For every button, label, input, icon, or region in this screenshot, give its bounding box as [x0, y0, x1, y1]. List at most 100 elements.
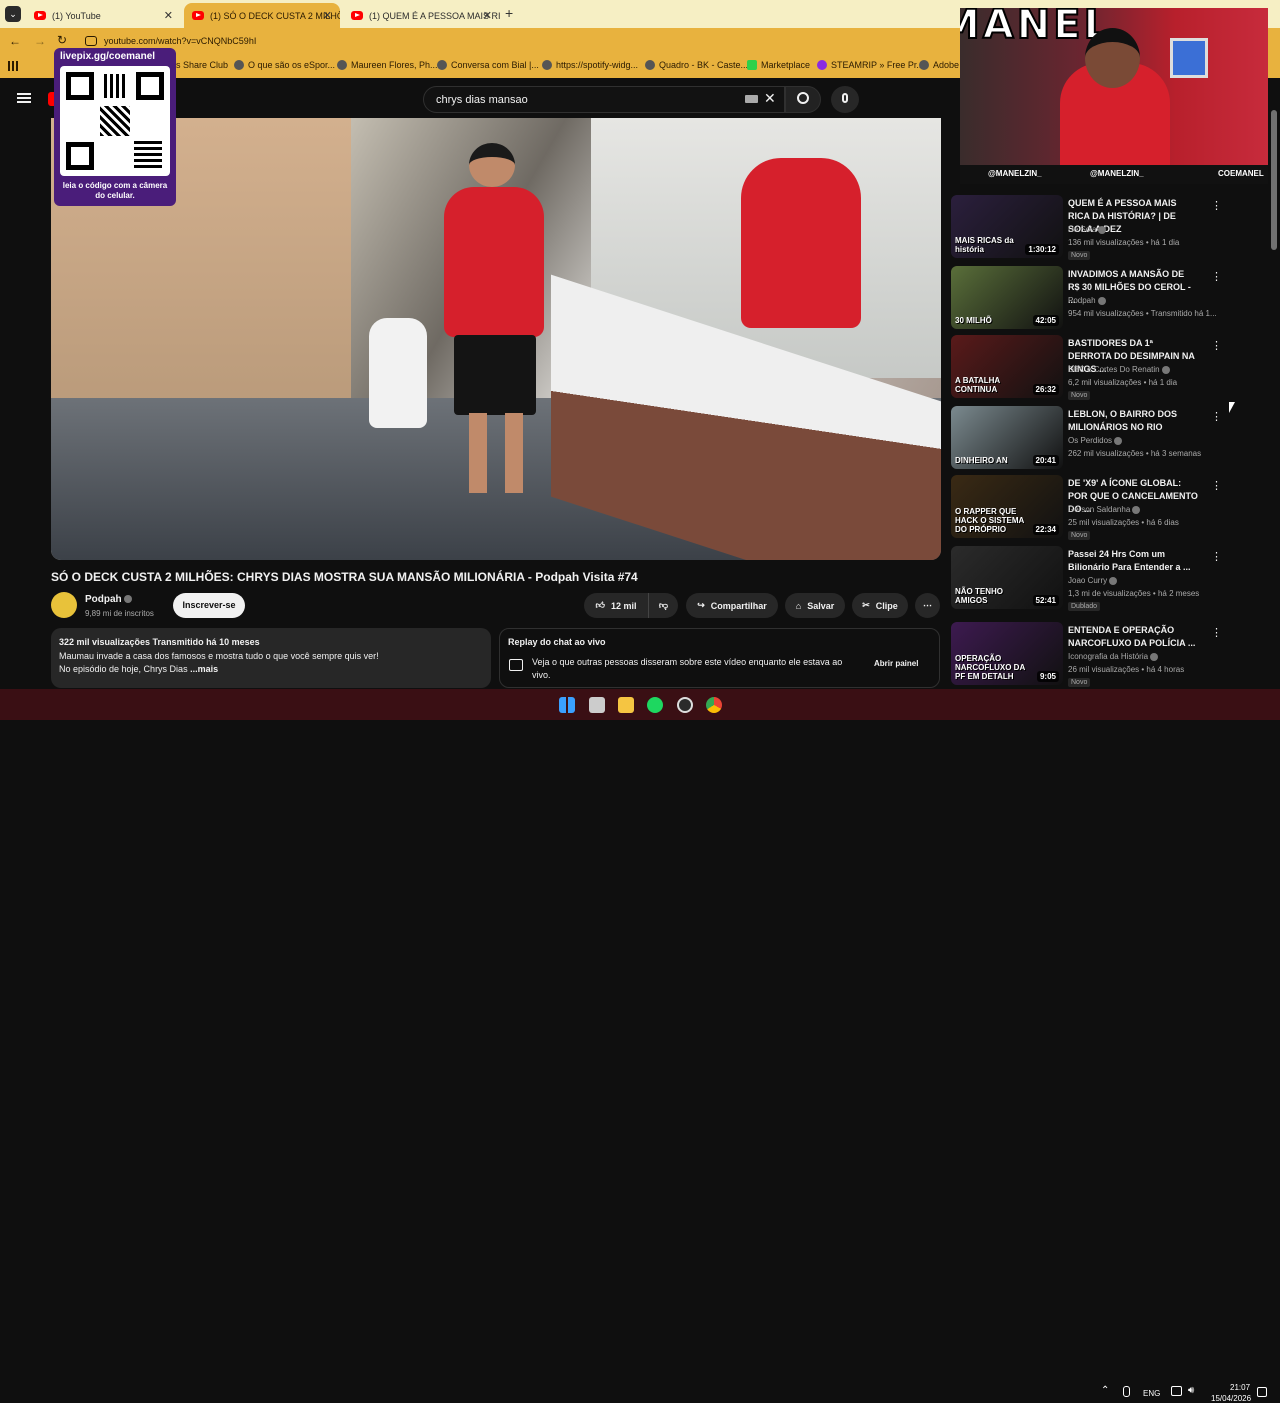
reload-icon[interactable]: ↻ [57, 33, 67, 47]
thumbnail-text: A BATALHA CONTINUA [955, 376, 1000, 394]
channel-avatar[interactable] [51, 592, 77, 618]
bookmark-item[interactable]: Maureen Flores, Ph... [337, 60, 438, 70]
livepix-qr-overlay: livepix.gg/coemanel leia o código com a … [54, 48, 176, 206]
share-button[interactable]: ↪ Compartilhar [686, 593, 778, 618]
recommendation-title[interactable]: Passei 24 Hrs Com um Bilionário Para Ent… [1068, 548, 1198, 574]
new-tab-button[interactable]: + [505, 5, 513, 21]
more-vertical-icon[interactable]: ⋮ [1211, 270, 1222, 283]
recommendation-meta: 136 mil visualizações • há 1 dia [1068, 238, 1180, 247]
video-thumbnail[interactable]: DINHEIRO AN 20:41 [951, 406, 1063, 469]
video-thumbnail[interactable]: NÃO TENHO AMIGOS 52:41 [951, 546, 1063, 609]
recommendation-meta: 25 mil visualizações • há 6 dias [1068, 518, 1179, 527]
video-thumbnail[interactable]: MAIS RICAS da história 1:30:12 [951, 195, 1063, 258]
more-vertical-icon[interactable]: ⋮ [1211, 199, 1222, 212]
apps-grid-icon[interactable] [8, 61, 18, 71]
recommendation-channel[interactable]: Podpah [1068, 296, 1106, 305]
recommendation-channel[interactable]: De Sola [1068, 225, 1107, 234]
voice-search-button[interactable] [831, 86, 859, 113]
recommendation-item[interactable]: MAIS RICAS da história 1:30:12 QUEM É A … [951, 195, 1271, 261]
file-explorer-icon[interactable] [618, 697, 634, 713]
verified-icon [1132, 505, 1141, 514]
keyboard-icon[interactable] [745, 95, 758, 103]
recommendation-item[interactable]: 30 MILHÕ 42:05 INVADIMOS A MANSÃO DE R$ … [951, 266, 1271, 332]
recommendation-title[interactable]: LEBLON, O BAIRRO DOS MILIONÁRIOS NO RIO [1068, 408, 1198, 434]
dislike-button[interactable]: 👎︎ [648, 593, 678, 618]
tab-menu-icon[interactable]: ⌄ [5, 6, 21, 22]
volume-icon[interactable]: 🔊︎ [1188, 1385, 1194, 1396]
microphone-tray-icon[interactable] [1123, 1386, 1130, 1397]
video-thumbnail[interactable]: A BATALHA CONTINUA 26:32 [951, 335, 1063, 398]
more-vertical-icon[interactable]: ⋮ [1211, 479, 1222, 492]
chevron-up-icon[interactable]: ⌃ [1101, 1385, 1109, 1396]
video-thumbnail[interactable]: O RAPPER QUE HACK O SISTEMA DO PRÓPRIO 2… [951, 475, 1063, 538]
tab-youtube[interactable]: (1) YouTube ✕ [26, 3, 181, 28]
verified-icon [1161, 365, 1170, 374]
like-button[interactable]: 👍︎ 12 mil [584, 593, 648, 618]
video-description[interactable]: 322 mil visualizações Transmitido há 10 … [51, 628, 491, 688]
webcam-overlay: MANEL @MANELZIN_ @MANELZIN_ COEMANEL [960, 8, 1268, 184]
windows-start-icon[interactable] [559, 697, 575, 713]
tab-current-video[interactable]: (1) SÓ O DECK CUSTA 2 MILHÕ ✕ [184, 3, 340, 28]
recommendation-item[interactable]: O RAPPER QUE HACK O SISTEMA DO PRÓPRIO 2… [951, 475, 1271, 541]
video-thumbnail[interactable]: OPERAÇÃO NARCOFLUXO DA PF EM DETALH 9:05 [951, 622, 1063, 685]
taskbar-date[interactable]: 15/04/2026 [1211, 1394, 1251, 1403]
search-button[interactable] [785, 86, 821, 113]
video-duration: 1:30:12 [1025, 244, 1059, 255]
recommendation-channel[interactable]: Iconografia da História [1068, 652, 1159, 661]
microphone-icon [842, 93, 848, 103]
recommendation-channel[interactable]: DEC e Cortes Do Renatin [1068, 365, 1170, 374]
search-input[interactable]: chrys dias mansao [423, 86, 785, 113]
close-tab-icon[interactable]: ✕ [164, 9, 173, 22]
back-icon[interactable]: ← [9, 34, 21, 48]
recommendation-item[interactable]: NÃO TENHO AMIGOS 52:41 Passei 24 Hrs Com… [951, 546, 1271, 612]
language-indicator[interactable]: ENG [1143, 1389, 1160, 1398]
recommendation-title[interactable]: ENTENDA E OPERAÇÃO NARCOFLUXO DA POLÍCIA… [1068, 624, 1198, 650]
more-vertical-icon[interactable]: ⋮ [1211, 550, 1222, 563]
recommendation-item[interactable]: DINHEIRO AN 20:41 LEBLON, O BAIRRO DOS M… [951, 406, 1271, 472]
task-view-icon[interactable] [589, 697, 605, 713]
more-actions-button[interactable]: ⋯ [915, 593, 940, 618]
open-panel-button[interactable]: Abrir painel [874, 659, 918, 668]
hamburger-menu-icon[interactable] [17, 93, 31, 103]
bookmark-item[interactable]: s Share Club [176, 60, 228, 70]
spotify-icon[interactable] [647, 697, 663, 713]
recommendation-meta: 1,3 mi de visualizações • há 2 meses [1068, 589, 1200, 598]
page-scrollbar[interactable] [1271, 110, 1277, 250]
bookmark-item[interactable]: O que são os eSpor... [234, 60, 335, 70]
video-thumbnail[interactable]: 30 MILHÕ 42:05 [951, 266, 1063, 329]
network-icon[interactable] [1171, 1386, 1182, 1396]
more-vertical-icon[interactable]: ⋮ [1211, 626, 1222, 639]
save-button[interactable]: ⌂ Salvar [785, 593, 845, 618]
more-vertical-icon[interactable]: ⋮ [1211, 410, 1222, 423]
close-tab-icon[interactable]: ✕ [483, 9, 492, 22]
more-vertical-icon[interactable]: ⋮ [1211, 339, 1222, 352]
show-more-link[interactable]: ...mais [190, 664, 218, 674]
site-info-icon[interactable] [85, 36, 97, 46]
bookmark-item[interactable]: STEAMRIP » Free Pr... [817, 60, 924, 70]
chrome-icon[interactable] [706, 697, 722, 713]
recommendation-item[interactable]: A BATALHA CONTINUA 26:32 BASTIDORES DA 1… [951, 335, 1271, 401]
forward-icon[interactable]: → [34, 34, 46, 48]
channel-name[interactable]: Podpah [85, 594, 132, 605]
recommendation-channel[interactable]: Joao Curry [1068, 576, 1118, 585]
tab-quem-e[interactable]: (1) QUEM É A PESSOA MAIS RI ✕ [343, 3, 500, 28]
notification-icon[interactable] [1257, 1387, 1267, 1397]
taskbar-time[interactable]: 21:07 [1230, 1383, 1250, 1392]
bookmark-item[interactable]: Conversa com Bial |... [437, 60, 539, 70]
subscribe-button[interactable]: Inscrever-se [173, 593, 245, 618]
clip-button[interactable]: ✂ Clipe [852, 593, 908, 618]
windows-taskbar: ⌃ ENG 🔊︎ 21:07 15/04/2026 [0, 689, 1280, 1403]
url-field[interactable]: youtube.com/watch?v=vCNQNbC59hI [104, 36, 256, 46]
bookmark-item[interactable]: Quadro - BK - Caste... [645, 60, 748, 70]
bookmark-item[interactable]: Marketplace [747, 60, 810, 70]
recommendation-item[interactable]: OPERAÇÃO NARCOFLUXO DA PF EM DETALH 9:05… [951, 622, 1271, 688]
recommendation-channel[interactable]: Os Perdidos [1068, 436, 1123, 445]
clear-search-icon[interactable]: ✕ [764, 90, 776, 107]
bookmark-item[interactable]: https://spotify-widg... [542, 60, 638, 70]
video-player[interactable] [51, 118, 941, 560]
steam-icon[interactable] [677, 697, 693, 713]
video-duration: 22:34 [1032, 524, 1059, 535]
close-tab-icon[interactable]: ✕ [323, 9, 332, 22]
recommendation-channel[interactable]: Gerson Saldanha [1068, 505, 1141, 514]
chat-icon [509, 659, 523, 671]
